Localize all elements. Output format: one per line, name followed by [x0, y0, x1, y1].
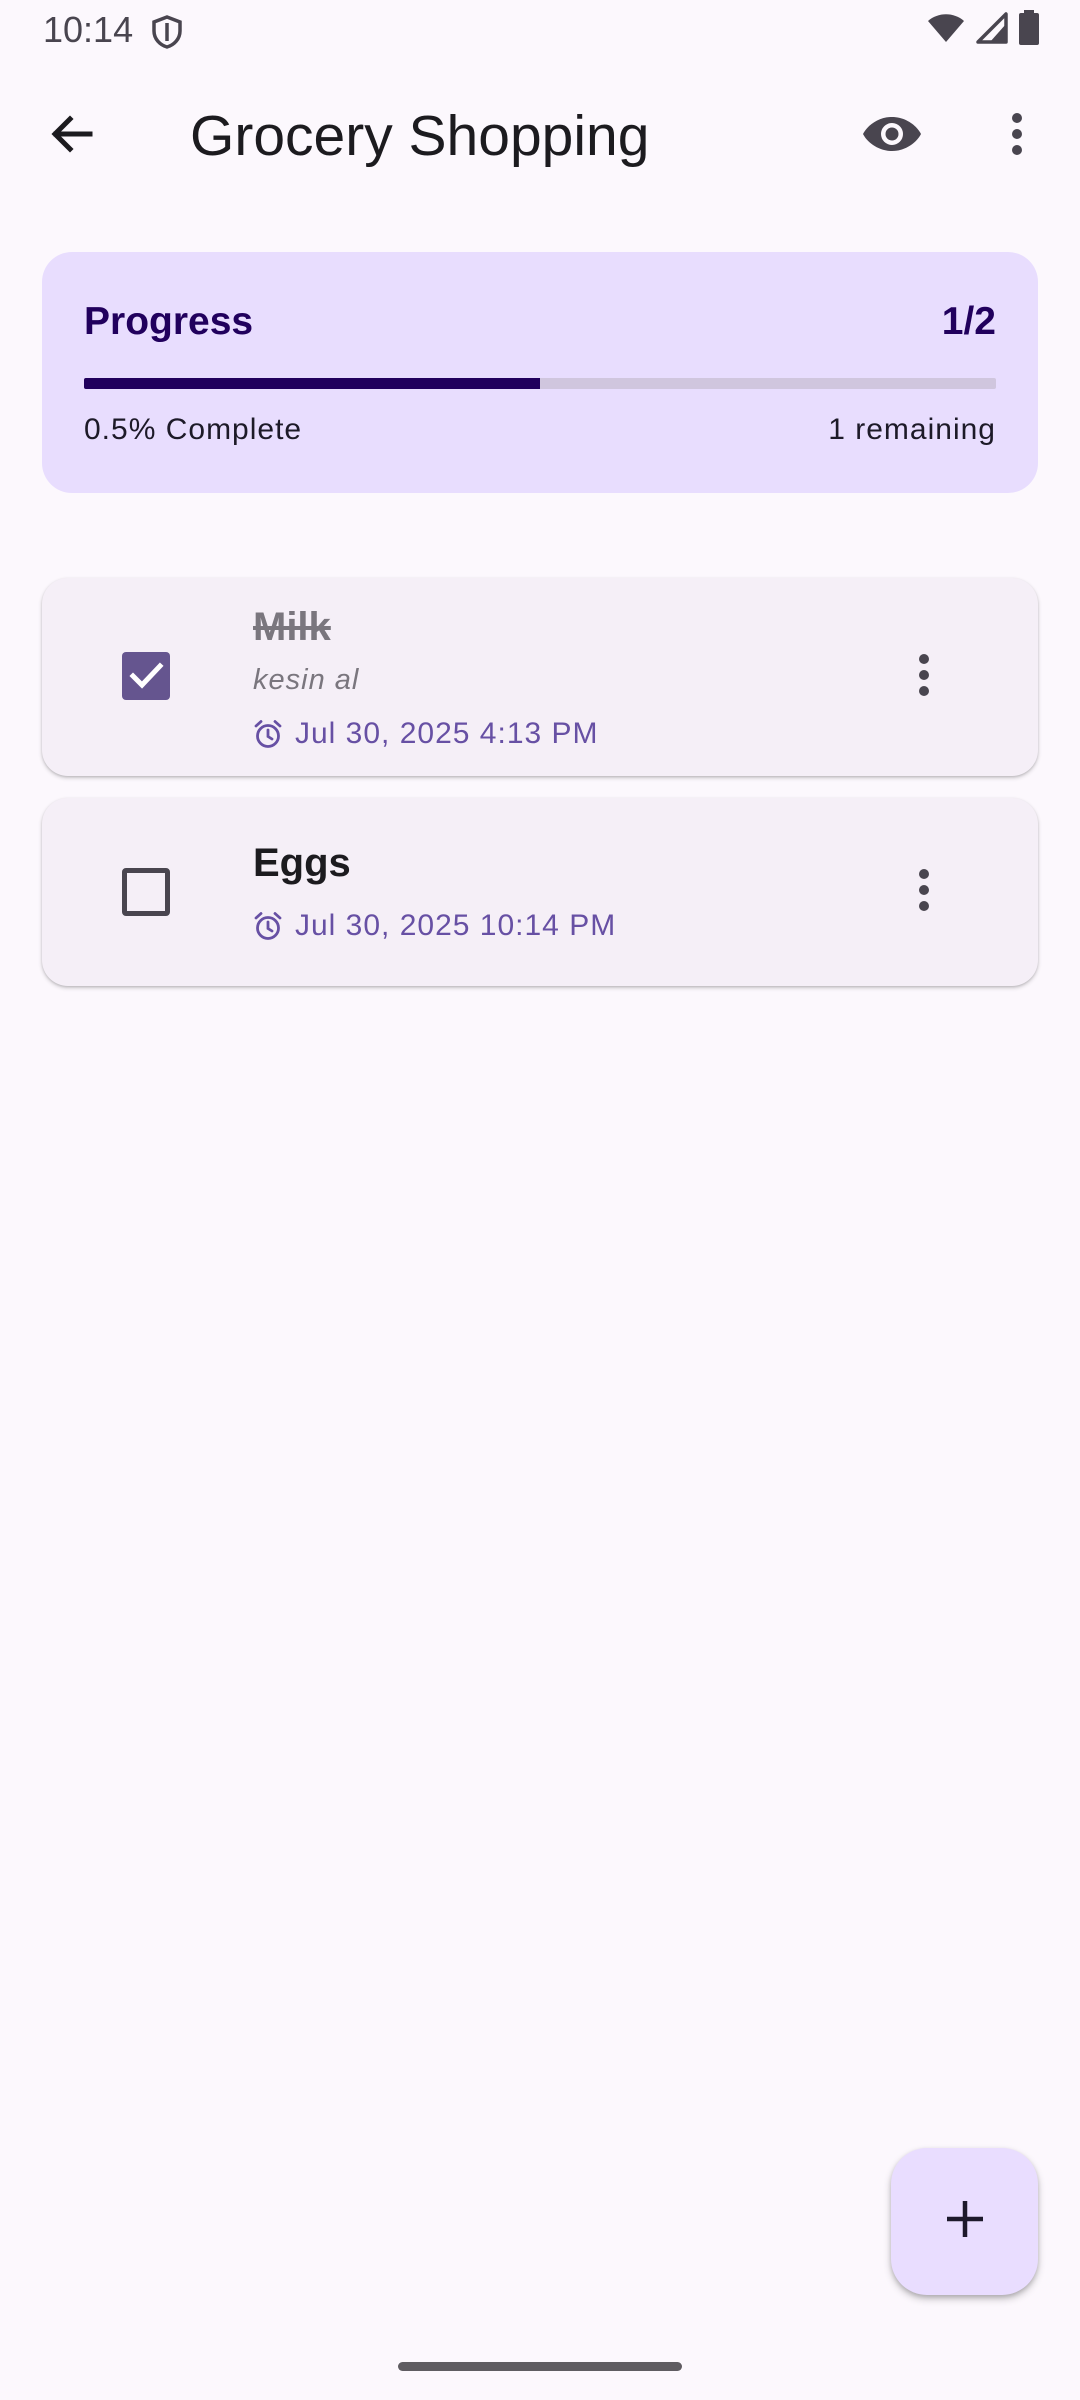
progress-percent: 0.5% Complete: [84, 413, 303, 446]
app-bar: Grocery Shopping: [0, 80, 1080, 192]
item-more-button[interactable]: [888, 641, 960, 713]
status-icons: [926, 9, 1040, 51]
item-reminder: Jul 30, 2025 4:13 PM: [253, 714, 599, 754]
eye-icon: [862, 114, 922, 159]
add-item-button[interactable]: [891, 2148, 1038, 2295]
status-bar: 10:14: [0, 0, 1080, 60]
list-item[interactable]: Milk kesin al Jul 30, 2025 4:13 PM: [42, 578, 1038, 776]
more-vert-icon: [918, 653, 930, 702]
alarm-icon: [253, 719, 283, 749]
check-icon: [122, 662, 170, 704]
more-vert-icon: [1011, 112, 1023, 161]
item-name: Eggs: [253, 841, 351, 885]
item-note: kesin al: [253, 664, 360, 696]
more-vert-icon: [918, 868, 930, 917]
progress-bar-fill: [84, 378, 540, 389]
item-date: Jul 30, 2025 4:13 PM: [295, 717, 599, 750]
status-time: 10:14: [43, 9, 134, 50]
item-date: Jul 30, 2025 10:14 PM: [295, 909, 617, 942]
signal-icon: [976, 11, 1008, 49]
item-more-button[interactable]: [888, 856, 960, 928]
preview-button[interactable]: [850, 100, 934, 172]
progress-remaining: 1 remaining: [828, 413, 996, 446]
progress-label: Progress: [84, 300, 254, 343]
progress-count: 1/2: [941, 300, 996, 343]
gesture-bar[interactable]: [398, 2362, 682, 2371]
progress-bar: [84, 378, 996, 389]
shield-icon: [150, 14, 184, 50]
progress-card: Progress 1/2 0.5% Complete 1 remaining: [42, 252, 1038, 493]
alarm-icon: [253, 911, 283, 941]
item-name: Milk: [253, 605, 331, 649]
page-title: Grocery Shopping: [190, 104, 650, 168]
more-options-button[interactable]: [975, 100, 1059, 172]
wifi-icon: [926, 12, 966, 49]
battery-icon: [1018, 9, 1040, 51]
item-checkbox[interactable]: [122, 868, 170, 916]
item-reminder: Jul 30, 2025 10:14 PM: [253, 906, 616, 946]
add-icon: [943, 2197, 987, 2246]
back-arrow-icon: [48, 110, 96, 163]
back-button[interactable]: [30, 100, 114, 172]
list-item[interactable]: Eggs Jul 30, 2025 10:14 PM: [42, 798, 1038, 986]
item-checkbox[interactable]: [122, 652, 170, 700]
